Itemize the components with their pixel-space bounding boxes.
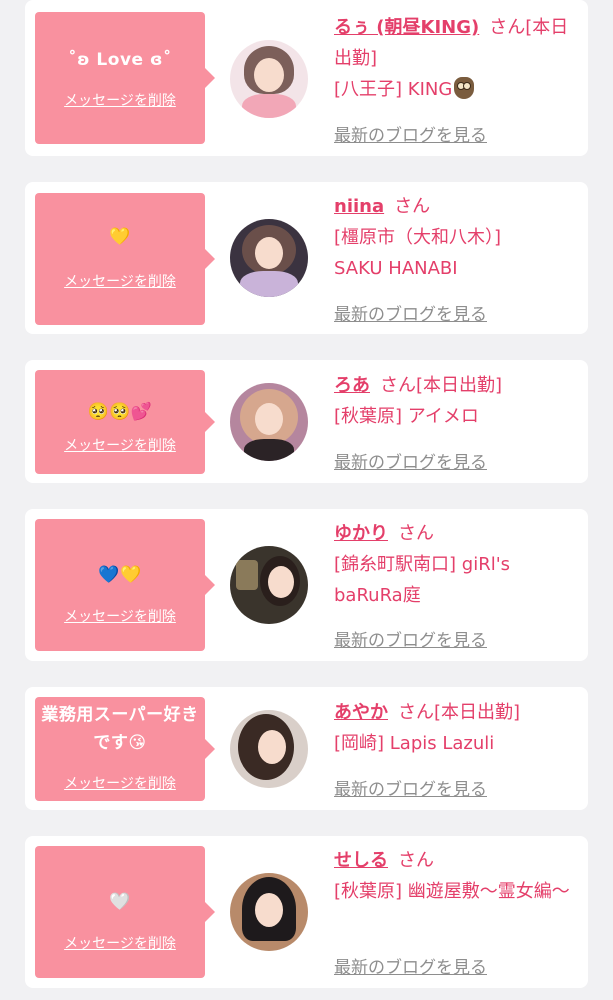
latest-blog-link[interactable]: 最新のブログを見る: [334, 300, 487, 325]
cast-info: niina さん [橿原市（大和八木）] SAKU HANABI: [334, 191, 580, 284]
cast-suffix: さん: [398, 850, 434, 871]
avatar[interactable]: [230, 219, 308, 297]
avatar[interactable]: [230, 40, 308, 118]
message-text: 🥺🥺💕: [87, 402, 153, 422]
cast-info: ゆかり さん [錦糸町駅南口] giRl's baRuRa庭: [334, 518, 580, 611]
message-card: 💙💛 メッセージを削除 ゆかり さん [錦糸町駅南口] giRl's baRuRa…: [25, 509, 588, 661]
delete-message-link[interactable]: メッセージを削除: [35, 90, 205, 110]
cast-name-link[interactable]: niina: [334, 196, 384, 217]
cast-name-link[interactable]: るぅ (朝昼KING): [334, 17, 479, 38]
message-card: 🤍 メッセージを削除 せしる さん [秋葉原] 幽遊屋敷〜霊女編〜 最新のブログを…: [25, 836, 588, 988]
avatar[interactable]: [230, 546, 308, 624]
message-bubble: 💛 メッセージを削除: [35, 193, 215, 325]
shop-name: [橿原市（大和八木）] SAKU HANABI: [334, 227, 502, 279]
cast-suffix: さん[本日出勤]: [398, 702, 521, 723]
delete-message-link[interactable]: メッセージを削除: [35, 271, 205, 291]
owl-icon: [454, 77, 475, 99]
delete-message-link[interactable]: メッセージを削除: [35, 435, 205, 455]
shop-name: [秋葉原] 幽遊屋敷〜霊女編〜: [334, 881, 570, 902]
cast-name-link[interactable]: あやか: [334, 702, 388, 723]
cast-suffix: さん: [394, 196, 431, 217]
latest-blog-link[interactable]: 最新のブログを見る: [334, 775, 487, 800]
cast-name-link[interactable]: せしる: [334, 850, 388, 871]
message-text: 💙💛: [98, 565, 142, 585]
avatar[interactable]: [230, 710, 308, 788]
shop-name: [八王子] KING: [334, 79, 453, 100]
message-bubble: 🥺🥺💕 メッセージを削除: [35, 370, 215, 474]
cast-suffix: さん: [398, 523, 434, 544]
message-bubble: ˚ʚ Love ɞ˚ メッセージを削除: [35, 12, 215, 144]
avatar[interactable]: [230, 383, 308, 461]
message-card: ˚ʚ Love ɞ˚ メッセージを削除 るぅ (朝昼KING) さん[本日出勤] …: [25, 0, 588, 156]
shop-name: [錦糸町駅南口] giRl's baRuRa庭: [334, 554, 511, 606]
cast-info: せしる さん [秋葉原] 幽遊屋敷〜霊女編〜: [334, 845, 580, 907]
cast-info: るぅ (朝昼KING) さん[本日出勤] [八王子] KING: [334, 12, 580, 105]
avatar[interactable]: [230, 873, 308, 951]
message-card: 業務用スーパー好きです😘 メッセージを削除 あやか さん[本日出勤] [岡崎] L…: [25, 687, 588, 810]
latest-blog-link[interactable]: 最新のブログを見る: [334, 121, 487, 146]
message-card: 🥺🥺💕 メッセージを削除 ろあ さん[本日出勤] [秋葉原] アイメロ 最新のブロ…: [25, 360, 588, 483]
cast-name-link[interactable]: ゆかり: [334, 523, 388, 544]
cast-suffix: さん[本日出勤]: [380, 375, 503, 396]
message-bubble: 業務用スーパー好きです😘 メッセージを削除: [35, 697, 215, 801]
latest-blog-link[interactable]: 最新のブログを見る: [334, 626, 487, 651]
latest-blog-link[interactable]: 最新のブログを見る: [334, 953, 487, 978]
message-bubble: 🤍 メッセージを削除: [35, 846, 215, 978]
message-bubble: 💙💛 メッセージを削除: [35, 519, 215, 651]
delete-message-link[interactable]: メッセージを削除: [35, 773, 205, 793]
cast-name-link[interactable]: ろあ: [334, 375, 370, 396]
latest-blog-link[interactable]: 最新のブログを見る: [334, 448, 487, 473]
cast-info: あやか さん[本日出勤] [岡崎] Lapis Lazuli: [334, 697, 580, 759]
message-text: 業務用スーパー好きです😘: [41, 705, 199, 753]
message-text: 💛: [109, 227, 131, 247]
delete-message-link[interactable]: メッセージを削除: [35, 933, 205, 953]
message-text: ˚ʚ Love ɞ˚: [68, 50, 172, 70]
shop-name: [秋葉原] アイメロ: [334, 406, 479, 427]
shop-name: [岡崎] Lapis Lazuli: [334, 733, 495, 754]
cast-info: ろあ さん[本日出勤] [秋葉原] アイメロ: [334, 370, 580, 432]
delete-message-link[interactable]: メッセージを削除: [35, 606, 205, 626]
message-card: 💛 メッセージを削除 niina さん [橿原市（大和八木）] SAKU HANA…: [25, 182, 588, 334]
message-text: 🤍: [109, 892, 131, 912]
